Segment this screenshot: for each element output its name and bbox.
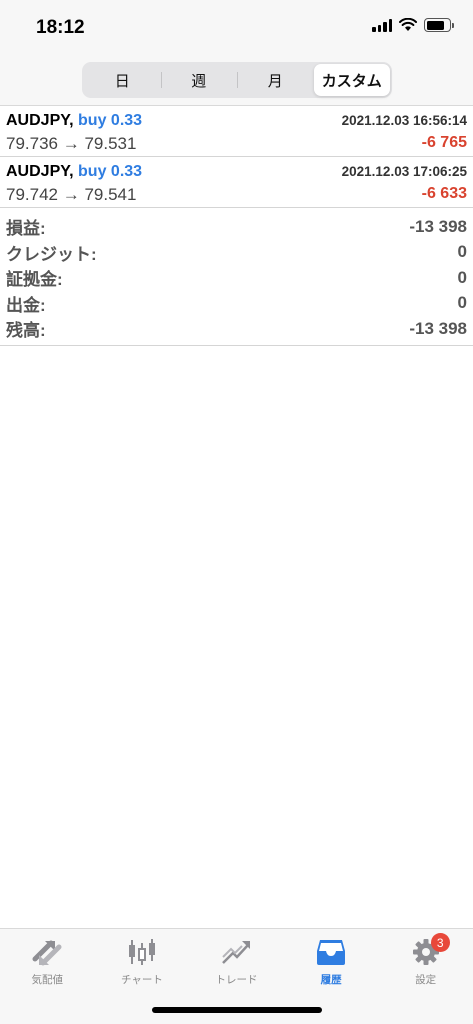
- candlestick-icon: [124, 935, 160, 969]
- symbol-text: AUDJPY,: [6, 163, 74, 180]
- tab-label: 設定: [415, 974, 437, 986]
- top-area: 18:12 日 週 月 カスタム: [0, 0, 473, 106]
- summary-section: 損益: -13 398 クレジット: 0 証拠金: 0 出金: 0 残高: -13 398: [0, 209, 473, 346]
- trade-side: buy 0.33: [78, 163, 143, 180]
- tab-label: 気配値: [31, 974, 64, 986]
- status-icons: [372, 18, 454, 32]
- trade-icon: [218, 935, 254, 969]
- wifi-icon: [399, 18, 417, 31]
- tab-week[interactable]: 週: [160, 64, 238, 96]
- quotes-icon: [29, 935, 65, 969]
- tab-label: チャート: [120, 974, 163, 986]
- summary-value: 0: [457, 267, 467, 287]
- trade-datetime: 2021.12.03 16:56:14: [341, 113, 467, 128]
- period-segmented-control: 日 週 月 カスタム: [82, 62, 392, 98]
- trade-symbol: AUDJPY, buy 0.33: [6, 112, 142, 130]
- tab-settings[interactable]: 3 設定: [378, 933, 473, 993]
- summary-row-balance: 残高: -13 398: [0, 316, 473, 342]
- tab-month[interactable]: 月: [237, 64, 314, 96]
- cellular-signal-icon: [372, 18, 392, 32]
- trade-prices: 79.742 → 79.541: [6, 185, 137, 204]
- trade-symbol: AUDJPY, buy 0.33: [6, 163, 142, 181]
- summary-label: 残高:: [6, 321, 46, 341]
- summary-value: -13 398: [409, 216, 467, 236]
- tab-chart[interactable]: チャート: [95, 935, 190, 993]
- notification-badge: 3: [430, 933, 450, 952]
- trade-side: buy 0.33: [78, 112, 143, 129]
- summary-label: クレジット:: [6, 244, 97, 264]
- summary-row-deposit: 証拠金: 0: [0, 265, 473, 291]
- tab-quotes[interactable]: 気配値: [0, 935, 95, 993]
- trade-profit: -6 765: [421, 134, 467, 151]
- tab-custom[interactable]: カスタム: [313, 64, 390, 96]
- home-indicator: [152, 1007, 322, 1013]
- tab-label: 履歴: [320, 974, 342, 986]
- summary-label: 損益:: [6, 219, 46, 239]
- symbol-text: AUDJPY,: [6, 112, 74, 129]
- gear-icon: 3: [408, 933, 450, 969]
- summary-row-profit: 損益: -13 398: [0, 214, 473, 240]
- trade-row[interactable]: AUDJPY, buy 0.33 2021.12.03 17:06:25 79.…: [0, 157, 473, 208]
- status-bar: 18:12: [0, 0, 473, 56]
- inbox-icon: [313, 935, 349, 969]
- tab-label: トレード: [215, 974, 258, 986]
- status-time: 18:12: [36, 17, 85, 38]
- summary-label: 出金:: [6, 295, 46, 315]
- tab-history[interactable]: 履歴: [284, 935, 379, 993]
- trade-profit: -6 633: [421, 185, 467, 202]
- trade-row[interactable]: AUDJPY, buy 0.33 2021.12.03 16:56:14 79.…: [0, 106, 473, 157]
- trade-prices: 79.736 → 79.531: [6, 134, 137, 153]
- summary-row-withdrawal: 出金: 0: [0, 291, 473, 317]
- tab-day[interactable]: 日: [84, 64, 161, 96]
- battery-icon: [424, 18, 454, 32]
- summary-value: 0: [457, 293, 467, 313]
- summary-value: -13 398: [409, 318, 467, 338]
- tab-trade[interactable]: トレード: [189, 935, 284, 993]
- summary-value: 0: [457, 242, 467, 262]
- summary-row-credit: クレジット: 0: [0, 240, 473, 266]
- summary-label: 証拠金:: [6, 270, 63, 290]
- trade-datetime: 2021.12.03 17:06:25: [341, 164, 467, 179]
